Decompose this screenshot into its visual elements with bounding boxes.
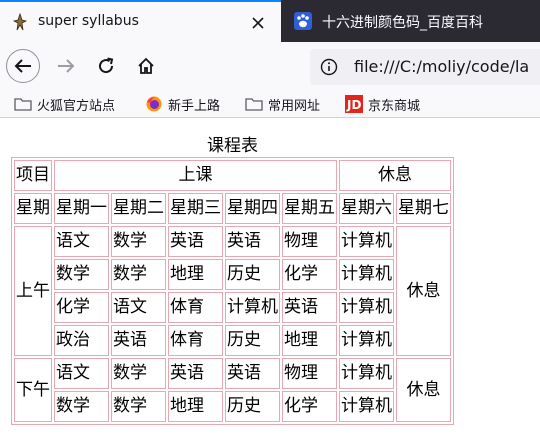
table-row: 上午 语文 数学 英语 英语 物理 计算机 休息 [14,226,451,356]
table-cell: 语文 [54,226,109,257]
rest-cell: 休息 [396,226,451,356]
table-cell: 地理 [168,391,223,422]
table-row: 数学 数学 地理 历史 化学 计算机 [14,391,451,422]
tab-strip: super syllabus 十六进制颜色码_百度百科 [0,0,540,42]
table-cell: 体育 [168,325,223,356]
table-cell: 语文 [54,358,109,389]
bookmark-label: 京东商城 [368,98,421,114]
table-row: 星期 星期一 星期二 星期三 星期四 星期五 星期六 星期七 [14,193,451,224]
table-cell: 计算机 [225,292,280,323]
bookmarks-toolbar: 火狐官方站点 新手上路 常用网址 JD 京东商城 [0,90,540,118]
table-cell: 英语 [168,358,223,389]
day-header-cell: 星期六 [339,193,394,224]
table-row: 数学 数学 地理 历史 化学 计算机 [14,259,451,290]
tab-title: super syllabus [38,13,139,29]
bookmark-label: 火狐官方站点 [37,98,116,114]
day-header-cell: 星期四 [225,193,280,224]
svg-text:JD: JD [346,98,361,112]
table-row: 化学 语文 体育 计算机 英语 计算机 [14,292,451,323]
period-label-cell: 下午 [14,358,52,422]
folder-icon [245,96,263,112]
site-info-icon[interactable] [318,56,340,78]
tab-title: 十六进制颜色码_百度百科 [322,15,483,31]
page-favicon-icon [11,13,29,31]
day-header-cell: 星期三 [168,193,223,224]
reload-icon [99,57,114,74]
table-cell: 历史 [225,259,280,290]
folder-icon [14,96,32,112]
table-cell: 数学 [111,226,166,257]
table-cell: 地理 [168,259,223,290]
period-label-cell: 上午 [14,226,52,356]
table-cell: 英语 [111,325,166,356]
baidu-paw-icon [294,12,312,30]
day-header-cell: 星期二 [111,193,166,224]
table-cell: 数学 [111,259,166,290]
table-row: 下午 语文 数学 英语 英语 物理 计算机 休息 [14,358,451,422]
home-icon [138,57,154,74]
table-cell: 计算机 [339,226,394,257]
day-header-cell: 星期一 [54,193,109,224]
table-cell: 物理 [282,358,337,389]
header-rest-cell: 休息 [339,160,451,191]
bookmark-jd-mall[interactable]: JD 京东商城 [345,93,420,115]
jd-icon: JD [345,95,363,113]
arrow-right-icon [58,59,75,73]
firefox-icon [145,96,163,112]
bookmark-label: 常用网址 [268,98,321,114]
tab-hex-color-code[interactable]: 十六进制颜色码_百度百科 [282,0,540,42]
table-cell: 计算机 [339,292,394,323]
day-header-cell: 星期 [14,193,52,224]
table-cell: 计算机 [339,391,394,422]
url-text[interactable]: file:///C:/moliy/code/la [354,57,529,76]
arrow-left-icon [14,59,31,73]
table-cell: 体育 [168,292,223,323]
day-header-cell: 星期七 [396,193,451,224]
day-header-cell: 星期五 [282,193,337,224]
table-cell: 英语 [168,226,223,257]
table-cell: 历史 [225,325,280,356]
table-caption: 课程表 [207,136,258,156]
table-cell: 化学 [54,292,109,323]
url-bar[interactable]: file:///C:/moliy/code/la [310,49,540,85]
table-cell: 物理 [282,226,337,257]
page-content: 课程表 项目 上课 休息 星期 星期一 星期二 星期三 星期四 星期五 星期六 … [0,118,540,440]
bookmark-firefox-official[interactable]: 火狐官方站点 [14,93,115,115]
rest-cell: 休息 [396,358,451,422]
table-cell: 英语 [282,292,337,323]
table-cell: 数学 [111,391,166,422]
table-cell: 计算机 [339,325,394,356]
bookmark-label: 新手上路 [168,98,221,114]
table-cell: 数学 [54,259,109,290]
close-tab-icon[interactable] [247,12,269,34]
table-row: 政治 英语 体育 历史 地理 计算机 [14,325,451,356]
table-cell: 化学 [282,391,337,422]
table-cell: 地理 [282,325,337,356]
table-cell: 计算机 [339,259,394,290]
table-cell: 历史 [225,391,280,422]
table-cell: 数学 [111,358,166,389]
table-row: 项目 上课 休息 [14,160,451,191]
table-cell: 英语 [225,358,280,389]
bookmark-getting-started[interactable]: 新手上路 [145,93,220,115]
schedule-table: 课程表 项目 上课 休息 星期 星期一 星期二 星期三 星期四 星期五 星期六 … [11,131,454,425]
back-button[interactable] [6,49,40,83]
table-cell: 语文 [111,292,166,323]
table-cell: 化学 [282,259,337,290]
table-cell: 数学 [54,391,109,422]
table-cell: 英语 [225,226,280,257]
home-button[interactable] [129,49,163,83]
header-item-cell: 项目 [14,160,52,191]
header-class-cell: 上课 [54,160,337,191]
bookmark-common-sites[interactable]: 常用网址 [245,93,320,115]
table-cell: 计算机 [339,358,394,389]
tab-super-syllabus[interactable]: super syllabus [0,0,281,42]
reload-button[interactable] [89,49,123,83]
forward-button[interactable] [49,49,83,83]
table-cell: 政治 [54,325,109,356]
